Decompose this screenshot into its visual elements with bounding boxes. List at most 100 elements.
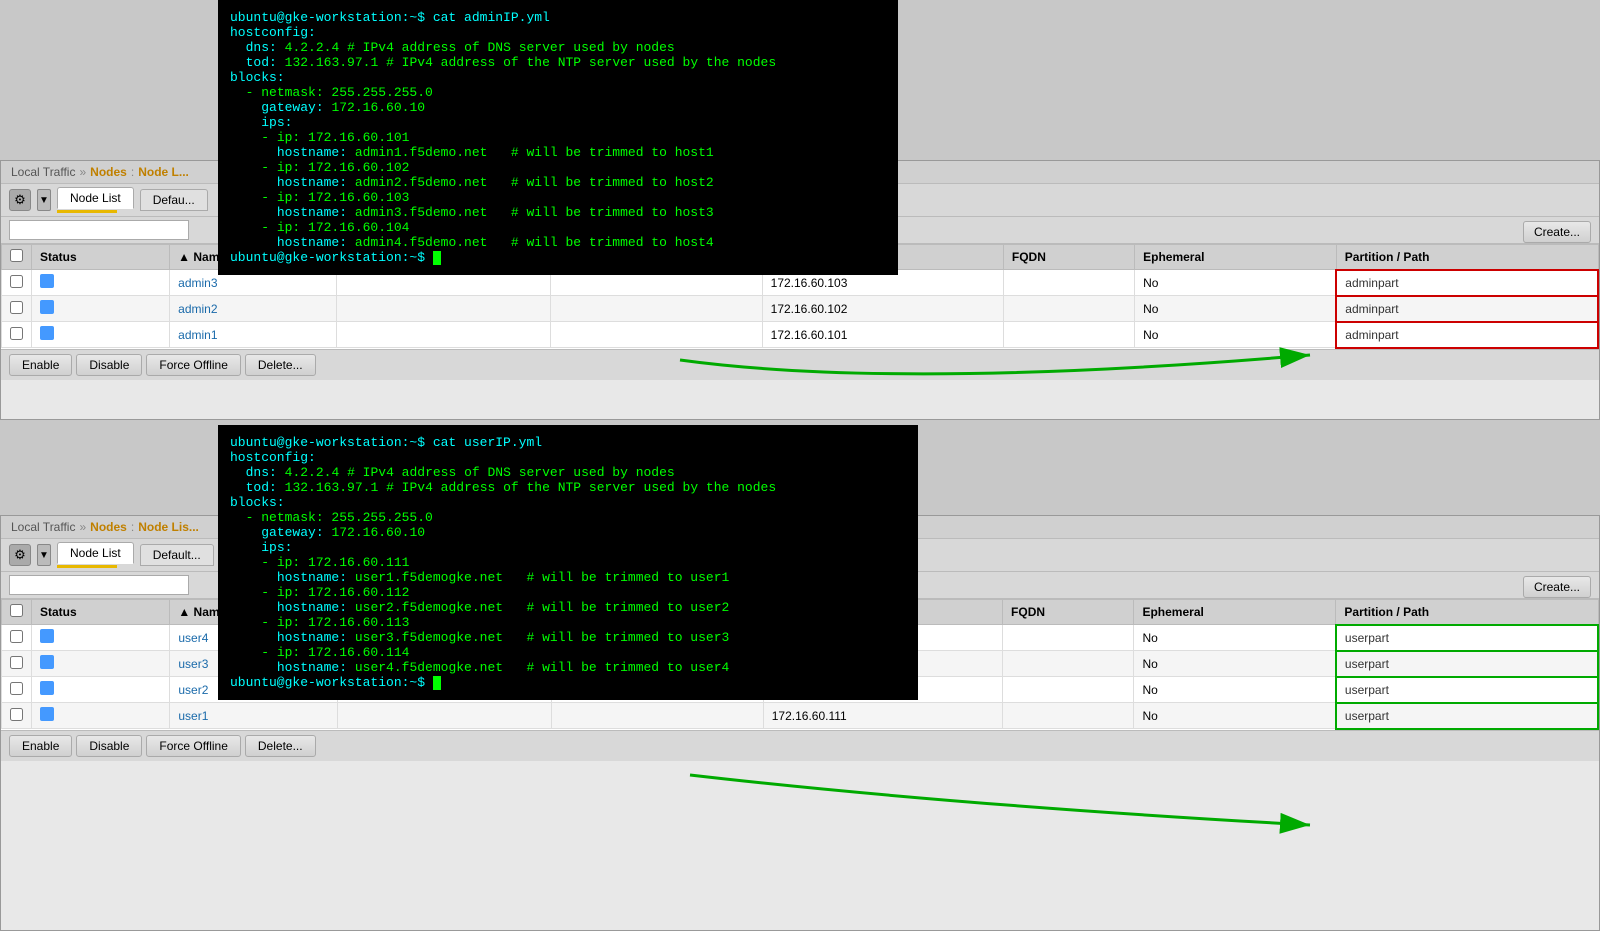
- bottom-enable-button[interactable]: Enable: [9, 735, 72, 757]
- bottom-col-ephemeral[interactable]: Ephemeral: [1134, 600, 1336, 625]
- bottom-row-checkbox: [2, 651, 32, 677]
- top-row-address-2: 172.16.60.101: [762, 322, 1003, 348]
- bottom-row-application-3: [551, 703, 763, 729]
- top-delete-button[interactable]: Delete...: [245, 354, 316, 376]
- top-row-address-1: 172.16.60.102: [762, 296, 1003, 322]
- bottom-status-icon-3: [40, 707, 54, 721]
- bottom-select-all[interactable]: [10, 604, 23, 617]
- top-row-status: [32, 296, 170, 322]
- bottom-status-icon-0: [40, 629, 54, 643]
- bottom-col-checkbox: [2, 600, 32, 625]
- bottom-table-row: user1 172.16.60.111 No userpart: [2, 703, 1599, 729]
- top-create-button[interactable]: Create...: [1523, 221, 1591, 243]
- bottom-row-partition-3: userpart: [1336, 703, 1598, 729]
- top-arrow-button[interactable]: ▼: [37, 189, 51, 211]
- top-row-status: [32, 270, 170, 296]
- top-col-ephemeral[interactable]: Ephemeral: [1135, 245, 1337, 270]
- top-row-ephemeral-2: No: [1135, 322, 1337, 348]
- bottom-row-check-0[interactable]: [10, 630, 23, 643]
- bottom-bc-nodelist-link[interactable]: Node Lis...: [138, 520, 199, 534]
- top-force-offline-button[interactable]: Force Offline: [146, 354, 240, 376]
- bottom-row-checkbox: [2, 677, 32, 703]
- top-row-ephemeral-1: No: [1135, 296, 1337, 322]
- bottom-terminal: ubuntu@gke-workstation:~$ cat userIP.yml…: [218, 425, 918, 700]
- top-row-check-0[interactable]: [10, 275, 23, 288]
- top-row-checkbox: [2, 296, 32, 322]
- top-terminal-command: ubuntu@gke-workstation:~$ cat adminIP.ym…: [230, 10, 550, 25]
- top-row-check-2[interactable]: [10, 327, 23, 340]
- top-table-row: admin1 172.16.60.101 No adminpart: [2, 322, 1599, 348]
- bottom-row-partition-0: userpart: [1336, 625, 1598, 651]
- bottom-row-checkbox: [2, 625, 32, 651]
- bottom-row-name-3[interactable]: user1: [170, 703, 337, 729]
- top-row-name-2[interactable]: admin1: [170, 322, 337, 348]
- top-row-partition-1: adminpart: [1336, 296, 1598, 322]
- bottom-create-button[interactable]: Create...: [1523, 576, 1591, 598]
- bottom-row-status: [32, 677, 170, 703]
- top-row-application-1: [550, 296, 762, 322]
- bottom-row-address-3: 172.16.60.111: [763, 703, 1002, 729]
- bottom-bc-prefix: Local Traffic: [11, 520, 75, 534]
- bottom-bc-sep2: :: [131, 520, 134, 534]
- top-status-icon-2: [40, 326, 54, 340]
- top-col-status[interactable]: Status: [32, 245, 170, 270]
- top-row-name-1[interactable]: admin2: [170, 296, 337, 322]
- bottom-row-partition-2: userpart: [1336, 677, 1598, 703]
- top-row-checkbox: [2, 270, 32, 296]
- bottom-row-fqdn-3: [1003, 703, 1134, 729]
- top-bc-sep2: :: [131, 165, 134, 179]
- bottom-row-fqdn-0: [1003, 625, 1134, 651]
- bottom-col-fqdn[interactable]: FQDN: [1003, 600, 1134, 625]
- top-select-all[interactable]: [10, 249, 23, 262]
- top-row-check-1[interactable]: [10, 301, 23, 314]
- bottom-row-check-1[interactable]: [10, 656, 23, 669]
- top-col-partition[interactable]: Partition / Path: [1336, 245, 1598, 270]
- top-col-checkbox: [2, 245, 32, 270]
- top-row-status: [32, 322, 170, 348]
- bottom-col-partition[interactable]: Partition / Path: [1336, 600, 1598, 625]
- top-gear-button[interactable]: ⚙: [9, 189, 31, 211]
- bottom-arrow-button[interactable]: ▼: [37, 544, 51, 566]
- top-search-input[interactable]: [9, 220, 189, 240]
- bottom-row-check-3[interactable]: [10, 708, 23, 721]
- bottom-bc-nodes-link[interactable]: Nodes: [90, 520, 127, 534]
- top-tab-nodelist[interactable]: Node List: [57, 187, 134, 209]
- bottom-row-description-3: [337, 703, 551, 729]
- bottom-row-ephemeral-1: No: [1134, 651, 1336, 677]
- bottom-row-status: [32, 651, 170, 677]
- top-row-checkbox: [2, 322, 32, 348]
- top-bc-nodes-link[interactable]: Nodes: [90, 165, 127, 179]
- bottom-col-status[interactable]: Status: [32, 600, 170, 625]
- top-terminal: ubuntu@gke-workstation:~$ cat adminIP.ym…: [218, 0, 898, 275]
- bottom-row-check-2[interactable]: [10, 682, 23, 695]
- top-bc-nodelist-link[interactable]: Node L...: [138, 165, 189, 179]
- bottom-row-status: [32, 625, 170, 651]
- top-row-partition-0: adminpart: [1336, 270, 1598, 296]
- top-enable-button[interactable]: Enable: [9, 354, 72, 376]
- top-disable-button[interactable]: Disable: [76, 354, 142, 376]
- top-bc-sep1: »: [79, 165, 86, 179]
- top-table-row: admin2 172.16.60.102 No adminpart: [2, 296, 1599, 322]
- top-row-fqdn-2: [1003, 322, 1134, 348]
- top-row-ephemeral-0: No: [1135, 270, 1337, 296]
- top-row-partition-2: adminpart: [1336, 322, 1598, 348]
- top-row-description-2: [337, 322, 551, 348]
- bottom-tab-nodelist[interactable]: Node List: [57, 542, 134, 564]
- bottom-row-ephemeral-2: No: [1134, 677, 1336, 703]
- top-button-bar: Enable Disable Force Offline Delete...: [1, 349, 1599, 380]
- top-tab-default[interactable]: Defau...: [140, 189, 208, 211]
- bottom-disable-button[interactable]: Disable: [76, 735, 142, 757]
- bottom-button-bar: Enable Disable Force Offline Delete...: [1, 730, 1599, 761]
- bottom-search-input[interactable]: [9, 575, 189, 595]
- bottom-row-fqdn-2: [1003, 677, 1134, 703]
- top-row-application-2: [550, 322, 762, 348]
- bottom-force-offline-button[interactable]: Force Offline: [146, 735, 240, 757]
- bottom-row-ephemeral-3: No: [1134, 703, 1336, 729]
- top-bc-prefix: Local Traffic: [11, 165, 75, 179]
- bottom-status-icon-1: [40, 655, 54, 669]
- top-col-fqdn[interactable]: FQDN: [1003, 245, 1134, 270]
- bottom-tab-default[interactable]: Default...: [140, 544, 214, 566]
- bottom-gear-button[interactable]: ⚙: [9, 544, 31, 566]
- top-status-icon-0: [40, 274, 54, 288]
- bottom-delete-button[interactable]: Delete...: [245, 735, 316, 757]
